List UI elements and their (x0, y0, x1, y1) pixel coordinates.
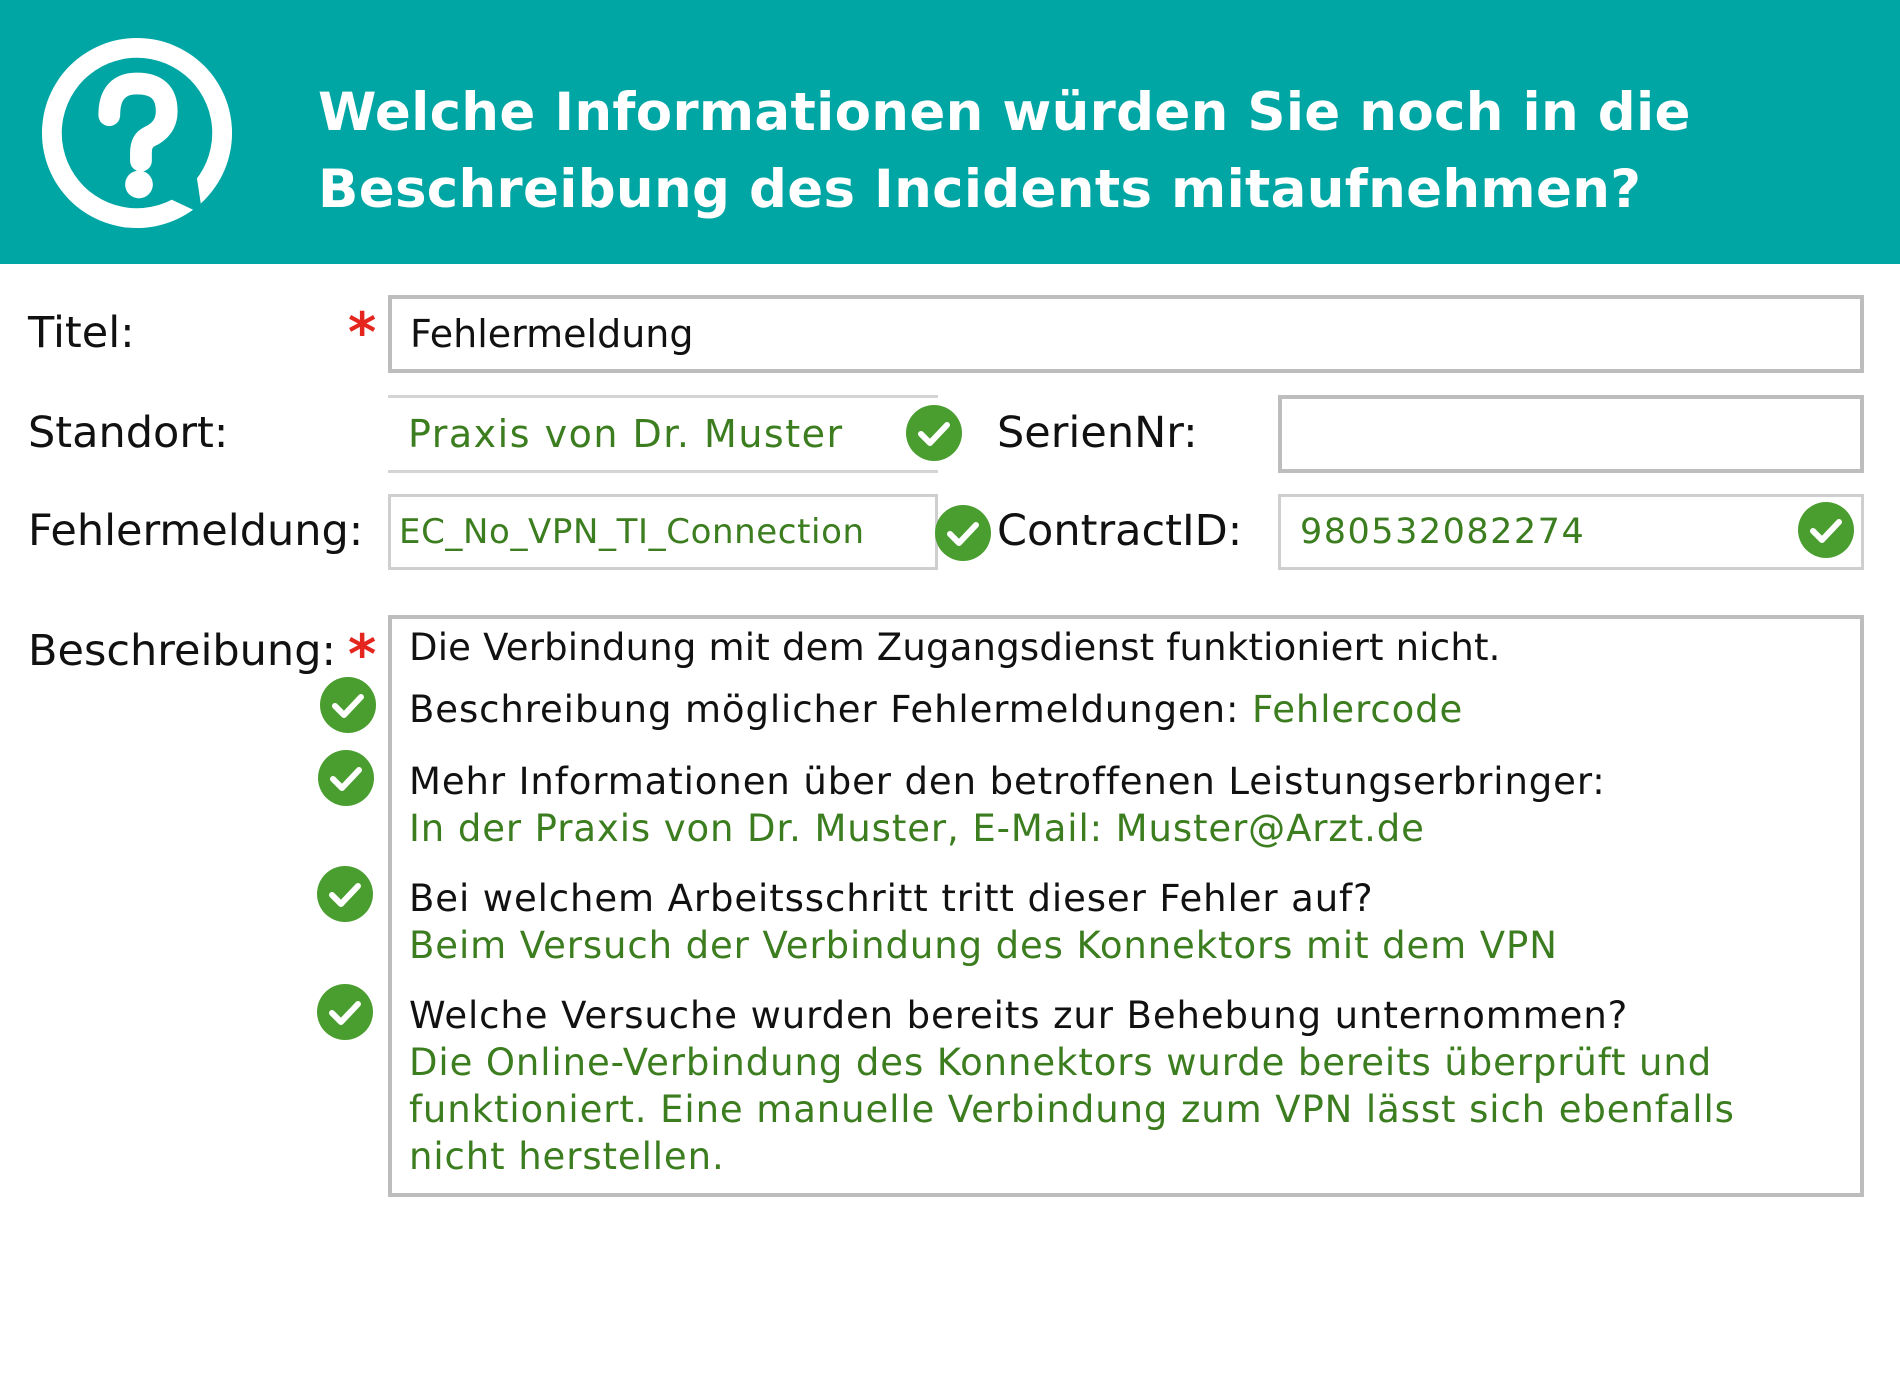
header-banner: Welche Informationen würden Sie noch in … (0, 0, 1900, 264)
required-star-titel: * (348, 301, 377, 364)
beschreibung-label: Beschreibung: (28, 626, 336, 676)
item-answer-line-2: funktioniert. Eine manuelle Verbindung z… (409, 1088, 1735, 1131)
check-icon (317, 866, 373, 922)
check-icon (320, 677, 376, 733)
seriennr-label: SerienNr: (997, 408, 1198, 458)
beschreibung-intro: Die Verbindung mit dem Zugangsdienst fun… (409, 626, 1501, 669)
item-question: Bei welchem Arbeitsschritt tritt dieser … (409, 877, 1374, 920)
item-question: Beschreibung möglicher Fehlermeldungen: (409, 688, 1240, 731)
page-title: Welche Informationen würden Sie noch in … (318, 74, 1838, 228)
item-answer-line-1: Die Online-Verbindung des Konnektors wur… (409, 1041, 1713, 1084)
fehlermeldung-value: EC_No_VPN_TI_Connection (399, 512, 865, 552)
titel-label: Titel: (28, 308, 135, 358)
standort-value: Praxis von Dr. Muster (408, 412, 844, 456)
contractid-value: 980532082274 (1300, 512, 1586, 552)
required-star-beschreibung: * (348, 623, 377, 686)
question-bubble-icon (41, 37, 233, 229)
standort-field[interactable]: Praxis von Dr. Muster (388, 395, 938, 473)
contractid-label: ContractID: (997, 506, 1243, 556)
standort-label: Standort: (28, 408, 229, 458)
check-icon (906, 405, 962, 461)
contractid-field[interactable]: 980532082274 (1278, 494, 1864, 570)
item-answer: Beim Versuch der Verbindung des Konnekto… (409, 924, 1558, 967)
check-icon (1798, 502, 1854, 558)
check-icon (935, 505, 991, 561)
title-line-1: Welche Informationen würden Sie noch in … (318, 82, 1691, 143)
item-question: Welche Versuche wurden bereits zur Beheb… (409, 994, 1629, 1037)
item-question: Mehr Informationen über den betroffenen … (409, 760, 1606, 803)
check-icon (318, 750, 374, 806)
list-item: Beschreibung möglicher Fehlermeldungen: … (409, 688, 1463, 731)
item-answer: Fehlercode (1252, 688, 1464, 731)
item-answer: In der Praxis von Dr. Muster, E-Mail: Mu… (409, 807, 1425, 850)
check-icon (317, 984, 373, 1040)
title-line-2: Beschreibung des Incidents mitaufnehmen? (318, 159, 1642, 220)
titel-value: Fehlermeldung (410, 312, 694, 356)
seriennr-input[interactable] (1278, 395, 1864, 473)
fehlermeldung-field[interactable]: EC_No_VPN_TI_Connection (388, 494, 938, 570)
titel-input[interactable]: Fehlermeldung (388, 295, 1864, 373)
fehlermeldung-label: Fehlermeldung: (28, 506, 364, 556)
item-answer-line-3: nicht herstellen. (409, 1135, 725, 1178)
